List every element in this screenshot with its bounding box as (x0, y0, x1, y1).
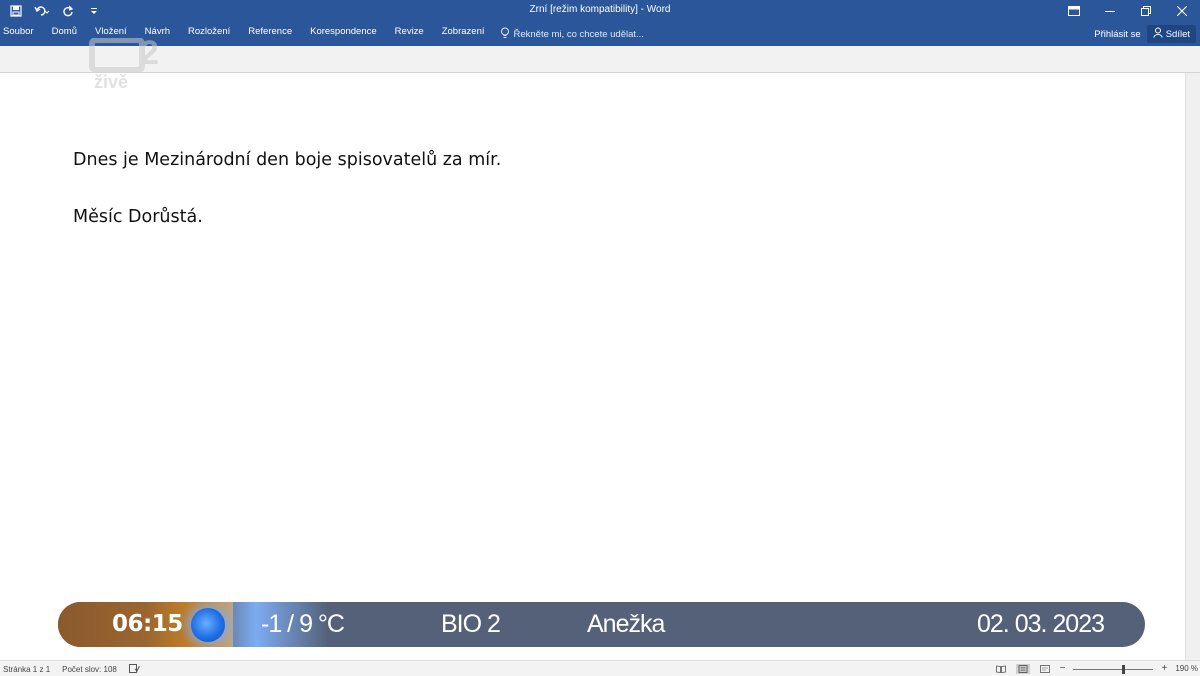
zoom-in-button[interactable]: + (1161, 663, 1167, 674)
zoom-slider-track (1073, 668, 1154, 670)
ribbon-display-options-icon[interactable] (1056, 0, 1092, 22)
tab-references[interactable]: Reference (239, 22, 301, 46)
tab-layout[interactable]: Rozložení (179, 22, 239, 46)
title-bar: Zrní [režim kompatibility] - Word (0, 0, 1200, 22)
ticker-date: 02. 03. 2023 (977, 610, 1105, 638)
minimize-icon[interactable] (1092, 0, 1128, 22)
web-layout-icon[interactable] (1038, 664, 1052, 674)
account-area: Přihlásit se Sdílet (1094, 24, 1196, 44)
sign-in-link[interactable]: Přihlásit se (1094, 29, 1140, 40)
vertical-scrollbar[interactable] (1185, 73, 1200, 660)
tab-file[interactable]: Soubor (0, 22, 43, 46)
status-bar: Stránka 1 z 1 Počet slov: 108 − + 190 % (0, 660, 1200, 676)
lightbulb-icon (500, 27, 510, 42)
zoom-slider-thumb[interactable] (1121, 664, 1125, 674)
restore-icon[interactable] (1128, 0, 1164, 22)
document-paragraph[interactable]: Dnes je Mezinárodní den boje spisovatelů… (73, 150, 501, 170)
tab-review[interactable]: Revize (386, 22, 433, 46)
ribbon: Soubor Domů Vložení Návrh Rozložení Refe… (0, 22, 1200, 46)
ticker-channel: BIO 2 (441, 610, 501, 638)
share-button[interactable]: Sdílet (1146, 25, 1196, 43)
proofing-icon[interactable] (128, 664, 140, 675)
read-mode-icon[interactable] (994, 664, 1008, 674)
zoom-level[interactable]: 190 % (1175, 664, 1198, 673)
logo-number: 2 (140, 34, 159, 72)
ticker-temperature: -1 / 9 °C (261, 610, 345, 638)
word-count[interactable]: Počet slov: 108 (62, 665, 117, 674)
person-icon (1153, 27, 1163, 41)
print-layout-icon[interactable] (1015, 663, 1030, 674)
logo-shape-icon (89, 38, 145, 72)
channel-logo-watermark: 2 živě (88, 34, 178, 96)
close-icon[interactable] (1164, 0, 1200, 22)
tab-mailings[interactable]: Korespondence (301, 22, 386, 46)
zoom-out-button[interactable]: − (1060, 663, 1066, 674)
ruler-area (0, 46, 1200, 73)
tab-view[interactable]: Zobrazení (433, 22, 494, 46)
weather-orb-icon (191, 608, 225, 642)
document-page[interactable]: Dnes je Mezinárodní den boje spisovatelů… (0, 73, 1186, 660)
window-title: Zrní [režim kompatibility] - Word (529, 4, 671, 15)
document-paragraph[interactable]: Měsíc Dorůstá. (73, 207, 203, 227)
zoom-slider[interactable] (1073, 664, 1154, 674)
tell-me-search[interactable]: Řekněte mi, co chcete udělat... (500, 27, 644, 42)
ticker-nameday: Anežka (587, 610, 665, 638)
tv-info-ticker: 06:15 -1 / 9 °C BIO 2 Anežka 02. 03. 202… (58, 602, 1145, 647)
tell-me-placeholder: Řekněte mi, co chcete udělat... (513, 28, 644, 40)
ticker-time: 06:15 (112, 611, 183, 637)
window-controls (1056, 0, 1200, 22)
tab-home[interactable]: Domů (43, 22, 86, 46)
logo-text: živě (94, 72, 129, 92)
share-label: Sdílet (1165, 28, 1190, 40)
page-count[interactable]: Stránka 1 z 1 (3, 665, 50, 674)
